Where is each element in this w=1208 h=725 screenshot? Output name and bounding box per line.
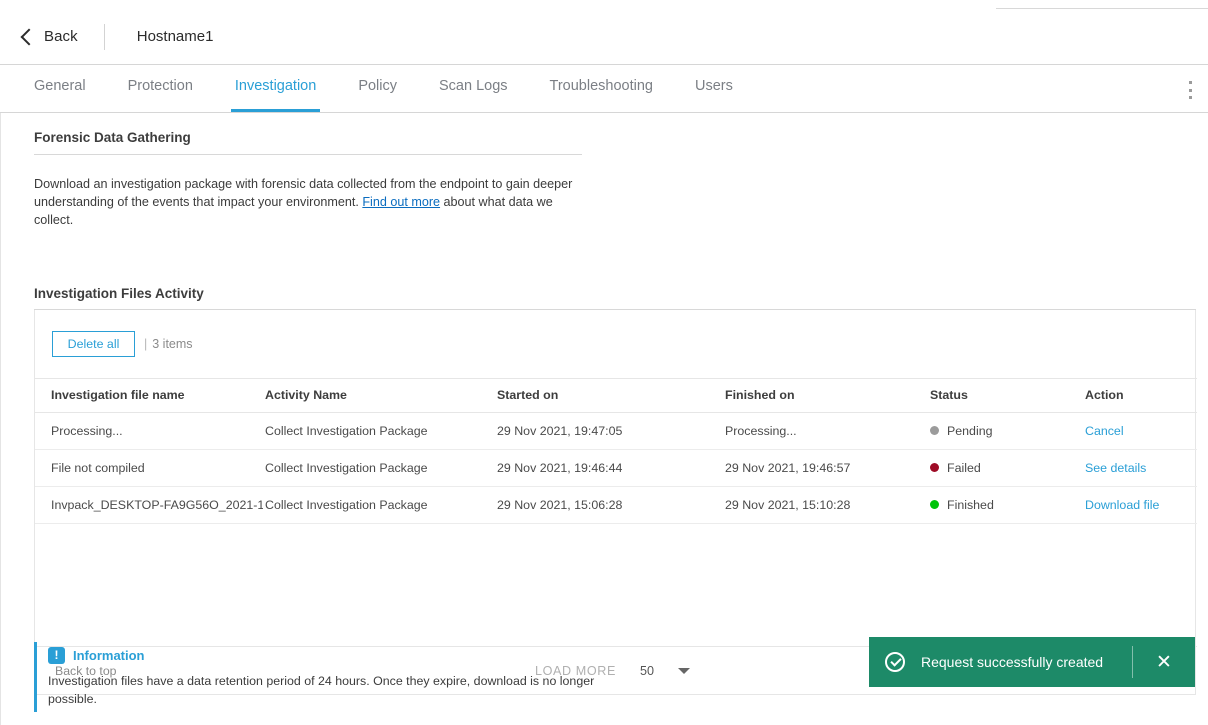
column-header-file-name: Investigation file name (35, 379, 265, 413)
file-name-text: Processing... (51, 424, 263, 438)
header-divider (104, 24, 105, 50)
forensic-description: Download an investigation package with f… (34, 175, 594, 229)
chevron-down-icon[interactable] (678, 668, 690, 674)
investigation-files-table: Investigation file name Activity Name St… (35, 378, 1197, 524)
column-header-finished-on: Finished on (725, 379, 930, 413)
tab-scan-logs[interactable]: Scan Logs (437, 66, 510, 112)
find-out-more-link[interactable]: Find out more (362, 195, 440, 209)
close-icon[interactable]: ✕ (1133, 653, 1195, 672)
table-row: Processing... Collect Investigation Pack… (35, 413, 1197, 450)
items-count: 3 items (152, 337, 192, 351)
toolbar-separator: | (144, 337, 147, 351)
overflow-dot (1189, 89, 1192, 92)
page-header: Back Hostname1 (0, 9, 1208, 65)
cell-file-name: Processing... (35, 413, 265, 450)
exclamation-icon: ! (48, 647, 65, 664)
cell-started-on: 29 Nov 2021, 15:06:28 (497, 487, 725, 524)
cell-status: Failed (930, 450, 1085, 487)
cell-activity-name: Collect Investigation Package (265, 413, 497, 450)
cell-finished-on: 29 Nov 2021, 15:10:28 (725, 487, 930, 524)
table-body: Processing... Collect Investigation Pack… (35, 413, 1197, 524)
forensic-section-rule (34, 154, 582, 155)
window-top-strip (0, 0, 1208, 9)
action-see-details-link[interactable]: See details (1085, 461, 1146, 475)
cell-started-on: 29 Nov 2021, 19:47:05 (497, 413, 725, 450)
cell-activity-name: Collect Investigation Package (265, 487, 497, 524)
tab-users[interactable]: Users (693, 66, 735, 112)
tab-policy[interactable]: Policy (356, 66, 399, 112)
cell-activity-name: Collect Investigation Package (265, 450, 497, 487)
main-content: Forensic Data Gathering Download an inve… (0, 113, 1208, 725)
check-circle-icon (885, 652, 905, 672)
status-label: Failed (947, 461, 981, 475)
information-title: Information (73, 648, 145, 663)
action-cancel-link[interactable]: Cancel (1085, 424, 1124, 438)
overflow-menu-icon[interactable] (1188, 81, 1192, 99)
cell-file-name: Invpack_DESKTOP-FA9G56O_2021-11- (35, 487, 265, 524)
column-header-action: Action (1085, 379, 1197, 413)
tab-bar: General Protection Investigation Policy … (0, 66, 1208, 113)
action-download-file-link[interactable]: Download file (1085, 498, 1159, 512)
tab-investigation[interactable]: Investigation (233, 66, 318, 112)
information-header: ! Information (48, 647, 594, 664)
table-head: Investigation file name Activity Name St… (35, 379, 1197, 413)
overflow-dot (1189, 81, 1192, 84)
forensic-section-title: Forensic Data Gathering (34, 130, 191, 145)
column-header-activity-name: Activity Name (265, 379, 497, 413)
cell-status: Pending (930, 413, 1085, 450)
information-body: Investigation files have a data retentio… (48, 672, 596, 708)
tab-protection[interactable]: Protection (126, 66, 195, 112)
tab-users-label: Users (695, 78, 733, 94)
overflow-dot (1189, 96, 1192, 99)
tab-general[interactable]: General (32, 66, 88, 112)
delete-all-button[interactable]: Delete all (52, 331, 135, 357)
table-row: Invpack_DESKTOP-FA9G56O_2021-11- Collect… (35, 487, 1197, 524)
status-label: Finished (947, 498, 994, 512)
tab-scan-logs-label: Scan Logs (439, 78, 508, 94)
tab-general-label: General (34, 78, 86, 94)
tab-protection-label: Protection (128, 78, 193, 94)
tab-troubleshooting[interactable]: Troubleshooting (548, 66, 655, 112)
table-row: File not compiled Collect Investigation … (35, 450, 1197, 487)
activity-section-title: Investigation Files Activity (34, 286, 204, 301)
tab-policy-label: Policy (358, 78, 397, 94)
cell-status: Finished (930, 487, 1085, 524)
back-button[interactable]: Back (23, 28, 78, 45)
table-toolbar: Delete all | 3 items (35, 310, 1195, 378)
page-title: Hostname1 (137, 28, 214, 45)
cell-action: Cancel (1085, 413, 1197, 450)
status-dot-pending (930, 426, 939, 435)
status-label: Pending (947, 424, 992, 438)
investigation-page: Back Hostname1 General Protection Invest… (0, 0, 1208, 725)
status-dot-failed (930, 463, 939, 472)
file-name-text: Invpack_DESKTOP-FA9G56O_2021-11- (51, 498, 263, 512)
back-button-label: Back (44, 28, 78, 45)
column-header-started-on: Started on (497, 379, 725, 413)
file-name-text: File not compiled (51, 461, 263, 475)
table-header-row: Investigation file name Activity Name St… (35, 379, 1197, 413)
chevron-left-icon (21, 29, 38, 46)
cell-action: See details (1085, 450, 1197, 487)
tab-list: General Protection Investigation Policy … (32, 66, 735, 112)
column-header-status: Status (930, 379, 1085, 413)
tab-investigation-label: Investigation (235, 78, 316, 94)
page-size-value[interactable]: 50 (640, 664, 654, 678)
cell-file-name: File not compiled (35, 450, 265, 487)
cell-finished-on: Processing... (725, 413, 930, 450)
cell-started-on: 29 Nov 2021, 19:46:44 (497, 450, 725, 487)
status-dot-finished (930, 500, 939, 509)
toast-message: Request successfully created (921, 654, 1132, 670)
cell-action: Download file (1085, 487, 1197, 524)
information-banner: ! Information Investigation files have a… (34, 642, 594, 712)
cell-finished-on: 29 Nov 2021, 19:46:57 (725, 450, 930, 487)
tab-troubleshooting-label: Troubleshooting (550, 78, 653, 94)
success-toast: Request successfully created ✕ (869, 637, 1195, 687)
